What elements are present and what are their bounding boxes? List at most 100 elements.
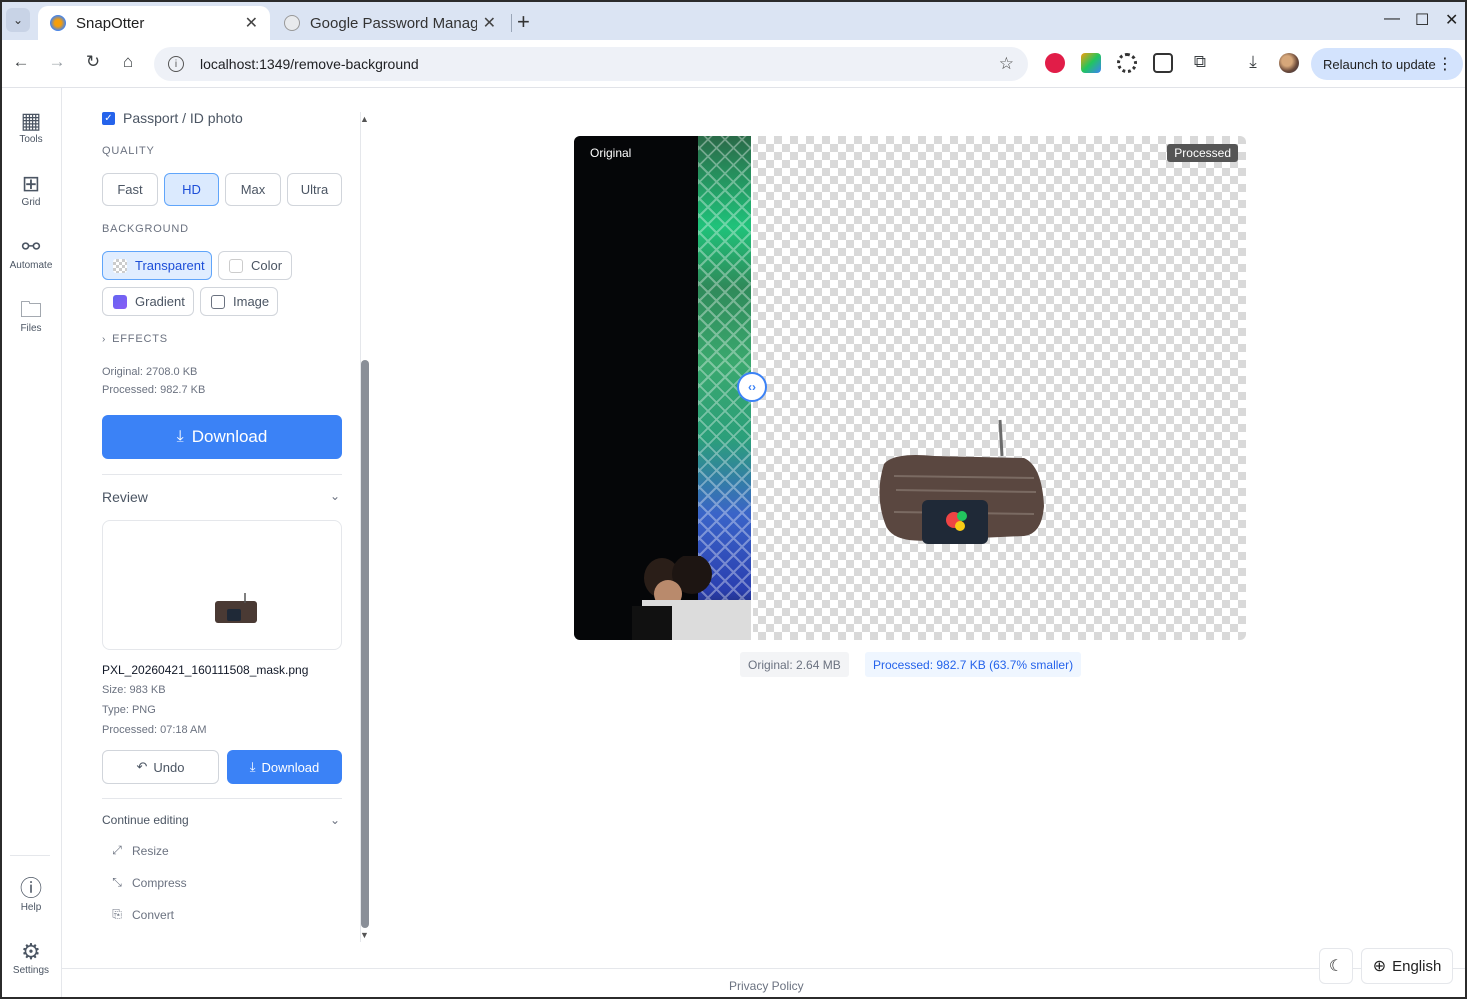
tab-title: SnapOtter — [76, 14, 145, 32]
browser-window: ⌄ SnapOtter ✕ Google Password Manag ✕ + … — [0, 0, 1467, 999]
help-icon: ⓘ — [19, 876, 42, 901]
tab-title: Google Password Manag — [310, 14, 477, 32]
bookmark-star-icon[interactable]: ☆ — [999, 54, 1014, 74]
rail-item-automate[interactable]: ⚯ Automate — [2, 234, 60, 271]
reload-icon[interactable]: ↻ — [82, 52, 104, 72]
theme-toggle-button[interactable]: ☾ — [1319, 948, 1353, 984]
privacy-policy-link[interactable]: Privacy Policy — [729, 979, 804, 993]
tab-password-manager[interactable]: Google Password Manag ✕ — [272, 6, 508, 40]
rail-item-files[interactable]: 🗀 Files — [2, 297, 60, 334]
quality-heading: QUALITY — [102, 145, 155, 157]
forward-icon[interactable]: → — [46, 52, 68, 72]
rail-label: Grid — [21, 197, 41, 208]
continue-resize[interactable]: ⤢ Resize — [110, 843, 169, 858]
maximize-icon[interactable]: ☐ — [1415, 10, 1429, 30]
undo-label: Undo — [153, 759, 185, 775]
chevron-down-icon: ⌄ — [329, 813, 340, 827]
rail-label: Automate — [9, 260, 53, 271]
original-tag: Original — [590, 146, 632, 160]
profile-avatar[interactable] — [1279, 53, 1299, 73]
scroll-down-arrow-icon[interactable]: ▼ — [360, 930, 369, 940]
address-bar[interactable]: i localhost:1349/remove-background ☆ — [154, 47, 1028, 81]
extension-gear-icon[interactable] — [1117, 53, 1137, 73]
close-icon[interactable]: ✕ — [483, 13, 496, 33]
processed-tag: Processed — [1167, 144, 1238, 162]
checkbox-checked-icon[interactable]: ✓ — [102, 111, 115, 125]
review-section-header[interactable]: Review ⌄ — [102, 489, 342, 505]
background-option-label: Color — [251, 258, 283, 273]
rail-item-grid[interactable]: ⊞ Grid — [2, 171, 60, 208]
passport-label: Passport / ID photo — [123, 110, 243, 126]
effects-toggle[interactable]: › EFFECTS — [102, 333, 168, 345]
download-small-label: Download — [261, 759, 320, 775]
quality-ultra-button[interactable]: Ultra — [287, 173, 342, 206]
color-swatch-icon — [229, 258, 243, 273]
site-info-icon[interactable]: i — [168, 56, 184, 72]
relaunch-button[interactable]: Relaunch to update ⋮ — [1311, 48, 1463, 80]
panel-scrollbar-thumb[interactable] — [361, 360, 369, 928]
close-icon[interactable]: ✕ — [245, 13, 258, 33]
compress-icon: ⤡ — [112, 875, 122, 889]
background-image-button[interactable]: Image — [200, 287, 278, 316]
tab-snapotter[interactable]: SnapOtter ✕ — [38, 6, 270, 40]
new-tab-button[interactable]: + — [517, 9, 530, 35]
background-color-button[interactable]: Color — [218, 251, 292, 280]
image-icon — [211, 294, 225, 309]
gradient-swatch-icon — [113, 294, 127, 309]
tab-search-button[interactable]: ⌄ — [6, 8, 30, 32]
extension-red-icon[interactable] — [1045, 53, 1065, 73]
effects-label: EFFECTS — [112, 333, 168, 345]
resize-icon: ⤢ — [112, 843, 122, 857]
rail-label: Settings — [12, 965, 50, 976]
continue-label: Continue editing — [102, 813, 189, 827]
review-thumbnail — [102, 520, 342, 650]
extension-robot-icon[interactable] — [1153, 53, 1173, 73]
rail-label: Files — [20, 323, 42, 334]
download-icon[interactable]: ⤓ — [1242, 52, 1264, 72]
continue-convert[interactable]: ⎘ Convert — [110, 907, 174, 922]
more-menu-icon[interactable]: ⋮ — [1437, 54, 1453, 74]
file-type: Type: PNG — [102, 704, 156, 716]
undo-button[interactable]: ↶ Undo — [102, 750, 219, 784]
background-transparent-button[interactable]: Transparent — [102, 251, 212, 280]
rail-item-settings[interactable]: ⚙ Settings — [2, 939, 60, 976]
background-gradient-button[interactable]: Gradient — [102, 287, 194, 316]
rail-item-tools[interactable]: ▦ Tools — [2, 108, 60, 145]
moon-icon: ☾ — [1328, 958, 1344, 975]
scroll-up-arrow-icon[interactable]: ▲ — [360, 114, 369, 124]
processed-size-text: Processed: 982.7 KB — [102, 384, 206, 396]
file-name: PXL_20260421_160111508_mask.png — [102, 663, 309, 677]
extension-color-icon[interactable] — [1081, 53, 1101, 73]
section-divider — [102, 798, 342, 799]
convert-icon: ⎘ — [112, 907, 122, 921]
extensions-puzzle-icon[interactable]: ⧉ — [1189, 52, 1211, 72]
minimize-icon[interactable]: — — [1384, 10, 1400, 28]
continue-compress[interactable]: ⤡ Compress — [110, 875, 187, 890]
continue-item-label: Resize — [132, 843, 169, 858]
compare-slider-handle[interactable]: ‹› — [737, 372, 767, 402]
language-label: English — [1392, 957, 1442, 975]
home-icon[interactable]: ⌂ — [117, 52, 139, 72]
rail-divider — [10, 855, 50, 856]
processed-size-badge: Processed: 982.7 KB (63.7% smaller) — [865, 652, 1082, 677]
processed-subject-image — [879, 419, 1044, 544]
background-heading: BACKGROUND — [102, 223, 189, 235]
language-selector[interactable]: ⊕ English — [1361, 948, 1453, 984]
background-option-label: Gradient — [135, 294, 185, 309]
browser-toolbar: ← → ↻ ⌂ i localhost:1349/remove-backgrou… — [2, 40, 1465, 88]
passport-checkbox-row[interactable]: ✓ Passport / ID photo — [102, 110, 243, 126]
table-icon: ⊞ — [21, 171, 41, 196]
section-divider — [102, 474, 342, 475]
download-small-button[interactable]: ⤓ Download — [227, 750, 342, 784]
quality-max-button[interactable]: Max — [225, 173, 281, 206]
window-close-icon[interactable]: ✕ — [1445, 10, 1458, 30]
workflow-icon: ⚯ — [21, 234, 41, 259]
continue-editing-header[interactable]: Continue editing ⌄ — [102, 813, 342, 827]
quality-hd-button[interactable]: HD — [164, 173, 219, 206]
rail-item-help[interactable]: ⓘ Help — [2, 876, 60, 913]
quality-fast-button[interactable]: Fast — [102, 173, 158, 206]
before-after-viewer[interactable]: Original ‹› Processed — [574, 136, 1246, 640]
file-size: Size: 983 KB — [102, 684, 166, 696]
back-icon[interactable]: ← — [10, 52, 32, 72]
download-button[interactable]: ⤓ Download — [102, 415, 342, 459]
